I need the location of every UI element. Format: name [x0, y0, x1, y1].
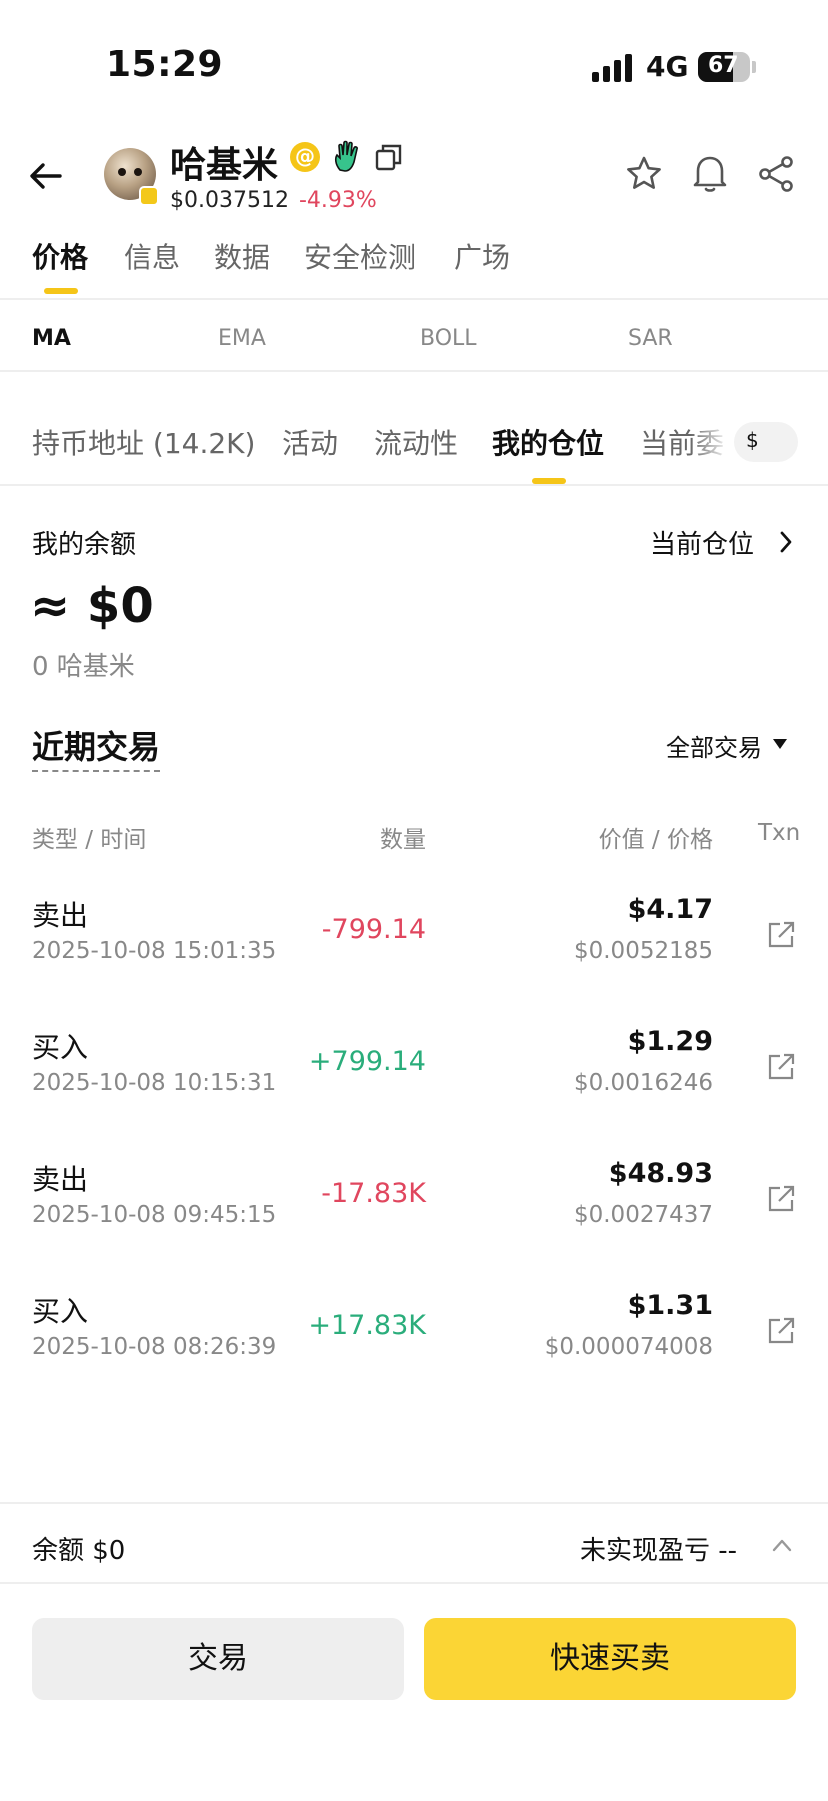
chevron-right-icon[interactable]	[778, 530, 794, 554]
tab-info[interactable]: 信息	[124, 236, 180, 276]
price-row: $0.037512 -4.93%	[170, 188, 377, 213]
network-label: 4G	[646, 50, 689, 83]
main-tabs: 价格 信息 数据 安全检测 广场	[0, 236, 828, 298]
battery-icon: 67	[698, 52, 750, 82]
footer-balance: 余额 $0	[32, 1536, 126, 1566]
bell-icon[interactable]	[690, 152, 730, 194]
tab-liquidity[interactable]: 流动性	[374, 422, 458, 462]
trade-qty: +17.83K	[308, 1310, 426, 1341]
hand-icon	[334, 140, 358, 172]
tab-activity[interactable]: 活动	[282, 422, 338, 462]
battery-level: 67	[708, 53, 739, 78]
copy-icon[interactable]	[374, 142, 404, 172]
trade-price: $0.0016246	[573, 1070, 713, 1096]
quick-trade-button[interactable]: 快速买卖	[424, 1618, 796, 1700]
status-time: 15:29	[106, 44, 224, 85]
tab-holders[interactable]: 持币地址 (14.2K)	[32, 422, 255, 462]
external-link-icon[interactable]	[766, 1052, 796, 1082]
trade-qty: -799.14	[321, 914, 426, 945]
status-bar: 15:29 4G 67	[0, 0, 828, 130]
token-price: $0.037512	[170, 188, 289, 213]
col-txn: Txn	[758, 820, 801, 846]
trade-type: 卖出	[32, 1163, 89, 1196]
trade-price: $0.000074008	[544, 1334, 713, 1360]
currency-toggle[interactable]: $	[734, 422, 798, 462]
trade-type: 买入	[32, 1295, 89, 1328]
share-icon[interactable]	[756, 154, 796, 194]
tab-underline	[44, 288, 78, 294]
col-type-time: 类型 / 时间	[32, 827, 147, 853]
trade-value: $4.17	[627, 894, 713, 925]
at-icon[interactable]: @	[290, 142, 320, 172]
token-name: 哈基米	[170, 145, 279, 186]
balance-token-amount: 0 哈基米	[32, 652, 135, 682]
trade-type: 卖出	[32, 899, 89, 932]
chain-badge-icon	[139, 186, 159, 206]
trade-price: $0.0052185	[573, 938, 713, 964]
currency-symbol: $	[746, 428, 759, 452]
trade-time: 2025-10-08 15:01:35	[32, 938, 277, 964]
trade-type: 买入	[32, 1031, 89, 1064]
external-link-icon[interactable]	[766, 1316, 796, 1346]
signal-icon	[592, 54, 634, 82]
divider	[0, 1582, 828, 1584]
trade-value: $1.29	[627, 1026, 713, 1057]
table-row: 买入 2025-10-08 10:15:31 +799.14 $1.29 $0.…	[0, 1026, 828, 1158]
tab-square[interactable]: 广场	[454, 236, 510, 276]
sub-tab-underline	[532, 478, 566, 484]
recent-trades-title: 近期交易	[32, 722, 161, 772]
battery-nub	[752, 61, 756, 73]
caret-down-icon[interactable]	[772, 738, 788, 750]
trade-price: $0.0027437	[573, 1202, 713, 1228]
external-link-icon[interactable]	[766, 920, 796, 950]
trade-qty: -17.83K	[321, 1178, 426, 1209]
token-header: 哈基米 @ $0.037512 -4.93%	[0, 130, 828, 240]
star-icon[interactable]	[624, 154, 664, 194]
current-position-link[interactable]: 当前仓位	[650, 524, 754, 561]
balance-label: 我的余额	[32, 530, 137, 560]
tab-price[interactable]: 价格	[32, 236, 88, 276]
tab-security[interactable]: 安全检测	[304, 236, 416, 276]
divider	[0, 1502, 828, 1504]
indicator-ema[interactable]: EMA	[218, 326, 266, 351]
tab-my-position[interactable]: 我的仓位	[492, 422, 604, 462]
indicator-ma[interactable]: MA	[32, 326, 71, 351]
trade-value: $48.93	[608, 1158, 713, 1189]
table-row: 买入 2025-10-08 08:26:39 +17.83K $1.31 $0.…	[0, 1290, 828, 1422]
trade-time: 2025-10-08 10:15:31	[32, 1070, 277, 1096]
chevron-up-icon[interactable]	[772, 1536, 792, 1554]
trade-time: 2025-10-08 08:26:39	[32, 1334, 277, 1360]
table-row: 卖出 2025-10-08 15:01:35 -799.14 $4.17 $0.…	[0, 894, 828, 1026]
trade-time: 2025-10-08 09:45:15	[32, 1202, 277, 1228]
col-value-price: 价值 / 价格	[598, 827, 713, 853]
table-row: 卖出 2025-10-08 09:45:15 -17.83K $48.93 $0…	[0, 1158, 828, 1290]
price-change: -4.93%	[298, 188, 377, 213]
trade-qty: +799.14	[308, 1046, 426, 1077]
trade-filter[interactable]: 全部交易	[666, 728, 762, 763]
indicator-row: MA EMA BOLL SAR	[0, 300, 828, 372]
balance-value: ≈ $0	[30, 578, 154, 634]
external-link-icon[interactable]	[766, 1184, 796, 1214]
tab-data[interactable]: 数据	[214, 236, 270, 276]
sub-tabs: 持币地址 (14.2K) 活动 流动性 我的仓位 当前委 $	[0, 372, 828, 486]
indicator-boll[interactable]: BOLL	[420, 326, 477, 351]
indicator-sar[interactable]: SAR	[628, 326, 673, 351]
tab-fade	[690, 412, 730, 472]
unrealized-pnl[interactable]: 未实现盈亏 --	[580, 1530, 737, 1567]
trade-value: $1.31	[627, 1290, 713, 1321]
trade-button[interactable]: 交易	[32, 1618, 404, 1700]
col-qty: 数量	[380, 827, 426, 853]
back-arrow-icon[interactable]	[26, 156, 66, 196]
